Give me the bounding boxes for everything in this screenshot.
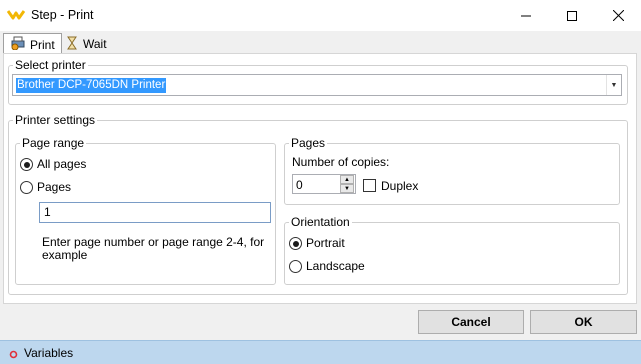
radio-selected-dot (292, 240, 299, 247)
radio-selected-dot (23, 161, 30, 168)
tab-print[interactable]: Print (3, 33, 62, 55)
orientation-legend: Orientation (289, 215, 352, 229)
window-title: Step - Print (31, 8, 94, 22)
copies-label: Number of copies: (292, 155, 390, 169)
hourglass-icon (65, 36, 79, 53)
tab-print-label: Print (30, 37, 55, 52)
printer-dropdown-value: Brother DCP-7065DN Printer (16, 78, 167, 93)
chevron-down-icon[interactable]: ▼ (340, 184, 354, 193)
minimize-button[interactable] (503, 0, 549, 31)
pages-legend: Pages (289, 136, 328, 150)
tab-wait-label: Wait (83, 37, 107, 51)
landscape-radio[interactable] (289, 260, 302, 273)
close-button[interactable] (595, 0, 641, 31)
chevron-down-icon[interactable]: ▼ (606, 75, 621, 95)
variables-label: Variables (24, 346, 74, 360)
printer-settings-legend: Printer settings (13, 113, 98, 127)
tab-strip: Print Wait (0, 31, 641, 55)
duplex-checkbox[interactable] (363, 179, 376, 192)
variables-bar[interactable]: Variables (0, 340, 641, 364)
portrait-radio[interactable] (289, 237, 302, 250)
all-pages-radio[interactable] (20, 158, 33, 171)
select-printer-legend: Select printer (13, 58, 88, 72)
orientation-group (284, 222, 620, 285)
page-range-input[interactable]: 1 (39, 202, 271, 223)
copies-stepper[interactable]: 0 ▲ ▼ (292, 174, 356, 194)
all-pages-label[interactable]: All pages (37, 157, 86, 171)
page-range-hint: Enter page number or page range 2-4, for… (42, 235, 265, 262)
maximize-button[interactable] (549, 0, 595, 31)
printer-gear-icon (10, 36, 26, 53)
printer-dropdown[interactable]: Brother DCP-7065DN Printer ▼ (12, 74, 622, 96)
duplex-label[interactable]: Duplex (381, 179, 418, 193)
app-logo-icon (6, 8, 26, 24)
cancel-button[interactable]: Cancel (418, 310, 524, 334)
portrait-label[interactable]: Portrait (306, 236, 345, 250)
variables-icon (9, 348, 18, 362)
pages-radio[interactable] (20, 181, 33, 194)
page-range-legend: Page range (20, 136, 87, 150)
chevron-up-icon[interactable]: ▲ (340, 175, 354, 184)
copies-value: 0 (296, 178, 303, 192)
tab-wait[interactable]: Wait (59, 33, 113, 55)
pages-label[interactable]: Pages (37, 180, 71, 194)
title-bar: Step - Print (0, 0, 641, 31)
ok-button[interactable]: OK (530, 310, 637, 334)
landscape-label[interactable]: Landscape (306, 259, 365, 273)
